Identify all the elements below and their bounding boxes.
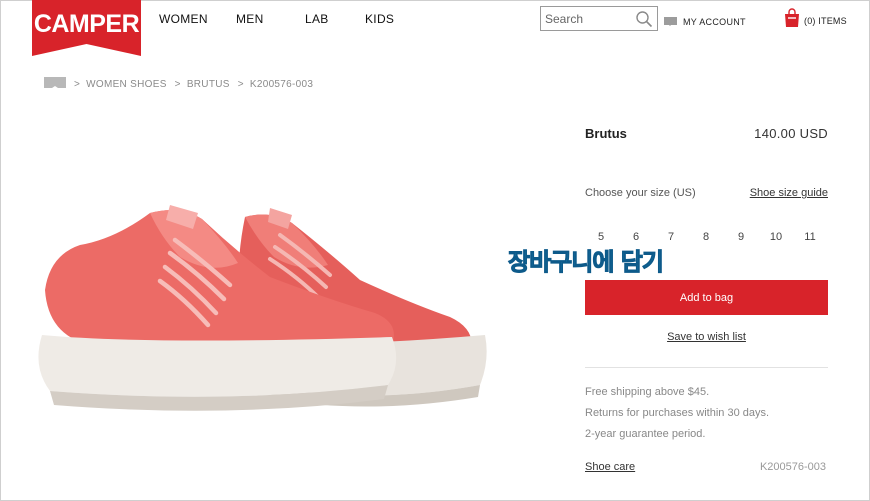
breadcrumb-separator: > bbox=[74, 78, 81, 90]
product-image[interactable] bbox=[30, 195, 490, 417]
nav-lab[interactable]: LAB bbox=[305, 12, 329, 26]
nav-women[interactable]: WOMEN bbox=[159, 12, 208, 26]
logo-flag: CAMPER bbox=[32, 0, 141, 56]
product-price: 140.00 USD bbox=[754, 126, 828, 141]
add-to-cart-overlay-text: 장바구니에 담기 bbox=[508, 248, 665, 277]
search-box bbox=[540, 6, 658, 31]
user-card-icon bbox=[664, 13, 677, 31]
size-option[interactable]: 9 bbox=[732, 231, 750, 243]
divider bbox=[585, 367, 828, 368]
product-name: Brutus bbox=[585, 126, 627, 141]
size-option[interactable]: 7 bbox=[662, 231, 680, 243]
my-account-label: MY ACCOUNT bbox=[683, 17, 746, 27]
breadcrumb-women-shoes[interactable]: WOMEN SHOES bbox=[86, 79, 167, 90]
shipping-info: Free shipping above $45. bbox=[585, 386, 710, 398]
my-account-link[interactable]: MY ACCOUNT bbox=[664, 13, 746, 31]
breadcrumb-separator: > bbox=[174, 78, 181, 90]
cart-count-label: (0) ITEMS bbox=[804, 15, 847, 26]
camper-logo[interactable]: CAMPER bbox=[32, 0, 141, 56]
logo-text: CAMPER bbox=[34, 10, 140, 38]
nav-men[interactable]: MEN bbox=[236, 12, 264, 26]
breadcrumb-separator: > bbox=[237, 78, 244, 90]
returns-info: Returns for purchases within 30 days. bbox=[585, 407, 770, 419]
product-reference: K200576-003 bbox=[759, 461, 826, 473]
nav-kids[interactable]: KIDS bbox=[365, 12, 394, 26]
breadcrumb: > WOMEN SHOES > BRUTUS > K200576-003 bbox=[44, 77, 313, 91]
add-to-bag-button[interactable]: Add to bag bbox=[585, 280, 828, 315]
size-option[interactable]: 8 bbox=[697, 231, 715, 243]
guarantee-info: 2-year guarantee period. bbox=[585, 428, 706, 440]
search-input[interactable] bbox=[545, 9, 633, 28]
front-shoe bbox=[38, 205, 397, 411]
breadcrumb-brutus[interactable]: BRUTUS bbox=[187, 79, 230, 90]
shopping-bag-icon bbox=[784, 8, 800, 33]
size-option[interactable]: 10 bbox=[767, 231, 785, 243]
search-icon[interactable] bbox=[635, 10, 653, 28]
cart-link[interactable]: (0) ITEMS bbox=[784, 8, 847, 33]
shoe-care-link[interactable]: Shoe care bbox=[585, 461, 635, 473]
size-guide-link[interactable]: Shoe size guide bbox=[750, 187, 828, 199]
save-to-wish-list-link[interactable]: Save to wish list bbox=[585, 331, 828, 343]
size-option[interactable]: 11 bbox=[801, 231, 819, 243]
home-icon[interactable] bbox=[44, 77, 66, 91]
size-label: Choose your size (US) bbox=[585, 187, 696, 199]
breadcrumb-reference: K200576-003 bbox=[249, 78, 314, 90]
